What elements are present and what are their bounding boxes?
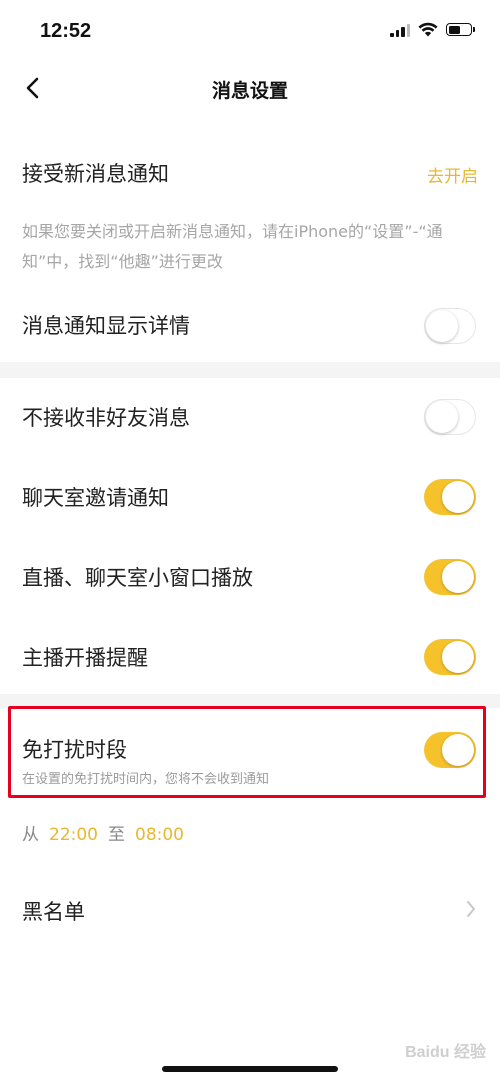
setting-row: 主播开播提醒 [0, 632, 500, 682]
streamer-live-reminder-toggle[interactable] [424, 639, 476, 675]
go-enable-link[interactable]: 去开启 [427, 162, 478, 187]
home-indicator[interactable] [162, 1066, 338, 1072]
show-details-toggle[interactable] [424, 308, 476, 344]
toggle-knob [426, 309, 458, 342]
cellular-signal-icon [390, 23, 410, 37]
to-label: 至 [108, 825, 125, 845]
setting-row: 不接收非好友消息 [0, 392, 500, 442]
non-friend-messages-label: 不接收非好友消息 [22, 406, 190, 430]
show-details-row: 消息通知显示详情 [0, 300, 500, 350]
toggle-knob [442, 561, 474, 593]
mini-window-toggle[interactable] [424, 559, 476, 595]
new-message-label: 接受新消息通知 [22, 162, 169, 186]
mini-window-label: 直播、聊天室小窗口播放 [22, 566, 253, 590]
toggle-knob [442, 481, 474, 513]
from-label: 从 [22, 825, 39, 845]
non-friend-messages-toggle[interactable] [424, 399, 476, 435]
new-message-hint: 如果您要关闭或开启新消息通知，请在iPhone的“设置”-“通知”中，找到“他趣… [22, 222, 443, 271]
chatroom-invite-toggle[interactable] [424, 479, 476, 515]
nav-bar: 消息设置 [0, 62, 500, 116]
toggle-knob [426, 400, 458, 433]
chatroom-invite-label: 聊天室邀请通知 [22, 486, 169, 510]
dnd-end-time: 08:00 [135, 825, 184, 845]
blacklist-label: 黑名单 [22, 900, 85, 924]
wifi-icon [418, 22, 438, 37]
streamer-live-reminder-label: 主播开播提醒 [22, 646, 148, 670]
dnd-start-time: 22:00 [49, 825, 98, 845]
chevron-right-icon [467, 901, 475, 917]
page-title: 消息设置 [211, 80, 288, 102]
status-bar: 12:52 [0, 0, 500, 62]
watermark: Baidu 经验 [405, 1044, 486, 1061]
new-message-row: 接受新消息通知 去开启 [0, 150, 500, 195]
dnd-time-range[interactable]: 从 22:00 至 08:00 [22, 820, 194, 845]
setting-row: 直播、聊天室小窗口播放 [0, 552, 500, 602]
show-details-label: 消息通知显示详情 [22, 314, 190, 338]
section-divider [0, 362, 500, 378]
blacklist-row[interactable]: 黑名单 [0, 886, 500, 936]
setting-row: 聊天室邀请通知 [0, 472, 500, 522]
highlight-annotation-box [8, 706, 486, 798]
status-time: 12:52 [40, 20, 92, 42]
status-icons [390, 22, 475, 37]
toggle-knob [442, 641, 474, 673]
battery-icon [446, 23, 475, 36]
